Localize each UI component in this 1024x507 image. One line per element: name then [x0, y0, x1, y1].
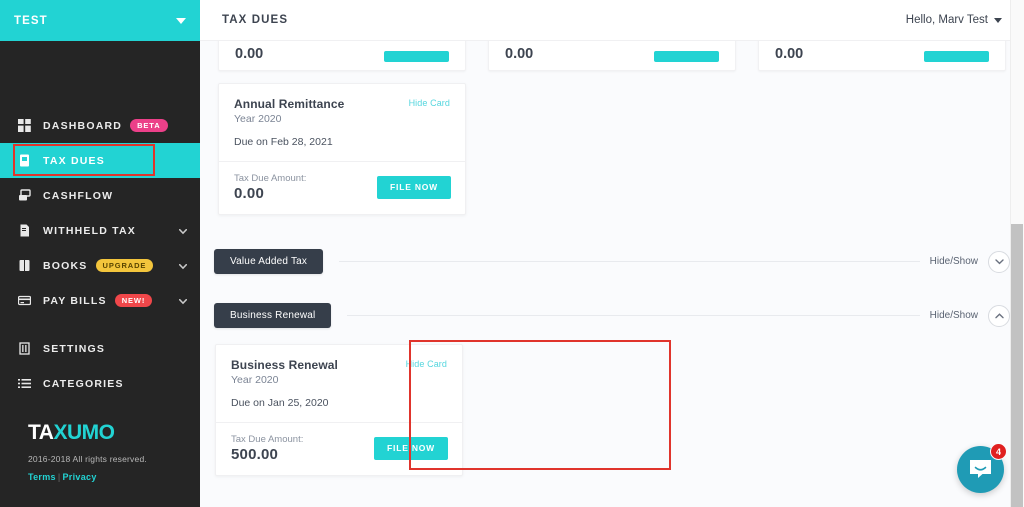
scrollbar-track[interactable] [1010, 0, 1024, 507]
card-year: Year 2020 [231, 374, 279, 386]
legal-separator: | [57, 472, 61, 482]
section-header-business-renewal: Business Renewal Hide/Show [200, 303, 1024, 328]
logo-part-xumo: XUMO [53, 421, 115, 444]
due-amount-block: Tax Due Amount: 500.00 [231, 434, 303, 463]
intercom-launcher[interactable]: 4 [957, 443, 1007, 493]
org-name: TEST [14, 14, 48, 27]
card-year: Year 2020 [234, 113, 282, 125]
badge-upgrade: UPGRADE [95, 259, 154, 272]
copyright-text: 2016-2018 All rights reserved. [28, 454, 147, 464]
taxumo-logo: TAXUMO [28, 422, 147, 443]
nav-group-gap [0, 318, 200, 331]
file-now-button[interactable] [384, 51, 449, 62]
sidebar-item-tax-dues[interactable]: TAX DUES [0, 143, 200, 178]
section-pill-label[interactable]: Business Renewal [214, 303, 332, 328]
content-scroll-area: 0.00 0.00 0.00 Annual Remittance Year 20… [200, 41, 1024, 507]
chevron-down-icon [994, 17, 1002, 23]
sidebar: TEST DASHBOARD BETA TAX DUES CASHFLOW WI… [0, 0, 200, 507]
document-icon [18, 154, 31, 167]
list-icon [18, 377, 31, 390]
chevron-down-icon[interactable] [179, 228, 187, 236]
sidebar-item-label: CATEGORIES [43, 377, 124, 390]
hide-show-label: Hide/Show [929, 310, 978, 321]
tax-card-clipped[interactable]: 0.00 [758, 41, 1006, 71]
hide-card-link[interactable]: Hide Card [409, 98, 450, 108]
privacy-link[interactable]: Privacy [63, 472, 97, 482]
file-now-button[interactable]: FILE NOW [374, 437, 448, 460]
sidebar-item-settings[interactable]: SETTINGS [0, 331, 200, 366]
due-amount-label: Tax Due Amount: [231, 434, 304, 445]
sidebar-item-label: PAY BILLS [43, 294, 107, 307]
sidebar-item-label: TAX DUES [43, 154, 105, 167]
unread-count-badge: 4 [990, 443, 1007, 460]
sidebar-item-categories[interactable]: CATEGORIES [0, 366, 200, 401]
file-icon [18, 224, 31, 237]
due-amount-value: 0.00 [234, 185, 264, 202]
card-footer: Tax Due Amount: 0.00 FILE NOW [219, 162, 465, 214]
grid-icon [18, 119, 31, 132]
user-greeting: Hello, Marv Test [905, 14, 988, 26]
terms-link[interactable]: Terms [28, 472, 56, 482]
badge-new: NEW! [114, 294, 153, 307]
sidebar-item-dashboard[interactable]: DASHBOARD BETA [0, 108, 200, 143]
book-icon [18, 259, 31, 272]
clipped-card-row: 0.00 0.00 0.00 [218, 41, 1006, 71]
section-divider-line [347, 315, 920, 316]
due-amount-value: 500.00 [231, 446, 279, 463]
sidebar-item-label: DASHBOARD [43, 119, 123, 132]
file-now-button[interactable]: FILE NOW [377, 176, 451, 199]
due-amount: 0.00 [505, 46, 534, 62]
section-pill-label[interactable]: Value Added Tax [214, 249, 324, 274]
tax-card-business-renewal[interactable]: Business Renewal Year 2020 Due on Jan 25… [215, 344, 463, 476]
chevron-down-icon [176, 17, 186, 24]
sliders-icon [18, 342, 31, 355]
legal-links: Terms | Privacy [28, 472, 147, 482]
card-header: Business Renewal Year 2020 Due on Jan 25… [216, 345, 462, 422]
layers-icon [18, 189, 31, 202]
due-amount: 0.00 [775, 46, 804, 62]
app-root: TEST DASHBOARD BETA TAX DUES CASHFLOW WI… [0, 0, 1024, 507]
sidebar-item-label: WITHHELD TAX [43, 224, 136, 237]
sidebar-item-label: BOOKS [43, 259, 88, 272]
org-switcher[interactable]: TEST [0, 0, 200, 41]
brand-block: TAXUMO 2016-2018 All rights reserved. Te… [28, 422, 147, 482]
chat-bubble-icon [970, 460, 991, 478]
due-amount: 0.00 [235, 46, 264, 62]
chevron-up-icon[interactable] [988, 304, 1010, 327]
sidebar-item-label: SETTINGS [43, 342, 106, 355]
hide-card-link[interactable]: Hide Card [406, 359, 447, 369]
badge-beta: BETA [130, 119, 168, 132]
hide-show-label: Hide/Show [929, 256, 978, 267]
chevron-down-icon[interactable] [179, 298, 187, 306]
section-divider-line [339, 261, 920, 262]
main-area: TAX DUES Hello, Marv Test 0.00 0.00 0.00 [200, 0, 1024, 507]
file-now-button[interactable] [924, 51, 989, 62]
file-now-button[interactable] [654, 51, 719, 62]
tax-card-clipped[interactable]: 0.00 [488, 41, 736, 71]
due-amount-block: Tax Due Amount: 0.00 [234, 173, 306, 202]
tax-card-clipped[interactable]: 0.00 [218, 41, 466, 71]
card-footer: Tax Due Amount: 500.00 FILE NOW [216, 423, 462, 475]
card-icon [18, 294, 31, 307]
tax-card-annual-remittance[interactable]: Annual Remittance Year 2020 Due on Feb 2… [218, 83, 466, 215]
card-due-date: Due on Jan 25, 2020 [231, 397, 329, 409]
sidebar-item-pay-bills[interactable]: PAY BILLS NEW! [0, 283, 200, 318]
card-due-date: Due on Feb 28, 2021 [234, 136, 333, 148]
section-header-value-added-tax: Value Added Tax Hide/Show [200, 249, 1024, 274]
due-amount-label: Tax Due Amount: [234, 173, 307, 184]
chevron-down-icon[interactable] [179, 263, 187, 271]
top-bar: TAX DUES Hello, Marv Test [200, 0, 1024, 41]
sidebar-item-withheld-tax[interactable]: WITHHELD TAX [0, 213, 200, 248]
user-menu[interactable]: Hello, Marv Test [906, 14, 1002, 26]
sidebar-item-cashflow[interactable]: CASHFLOW [0, 178, 200, 213]
logo-part-ta: TA [28, 421, 54, 444]
scrollbar-thumb[interactable] [1011, 224, 1023, 507]
chevron-down-icon[interactable] [988, 250, 1010, 273]
card-header: Annual Remittance Year 2020 Due on Feb 2… [219, 84, 465, 161]
sidebar-item-label: CASHFLOW [43, 189, 114, 202]
page-title: TAX DUES [222, 14, 289, 26]
sidebar-item-books[interactable]: BOOKS UPGRADE [0, 248, 200, 283]
